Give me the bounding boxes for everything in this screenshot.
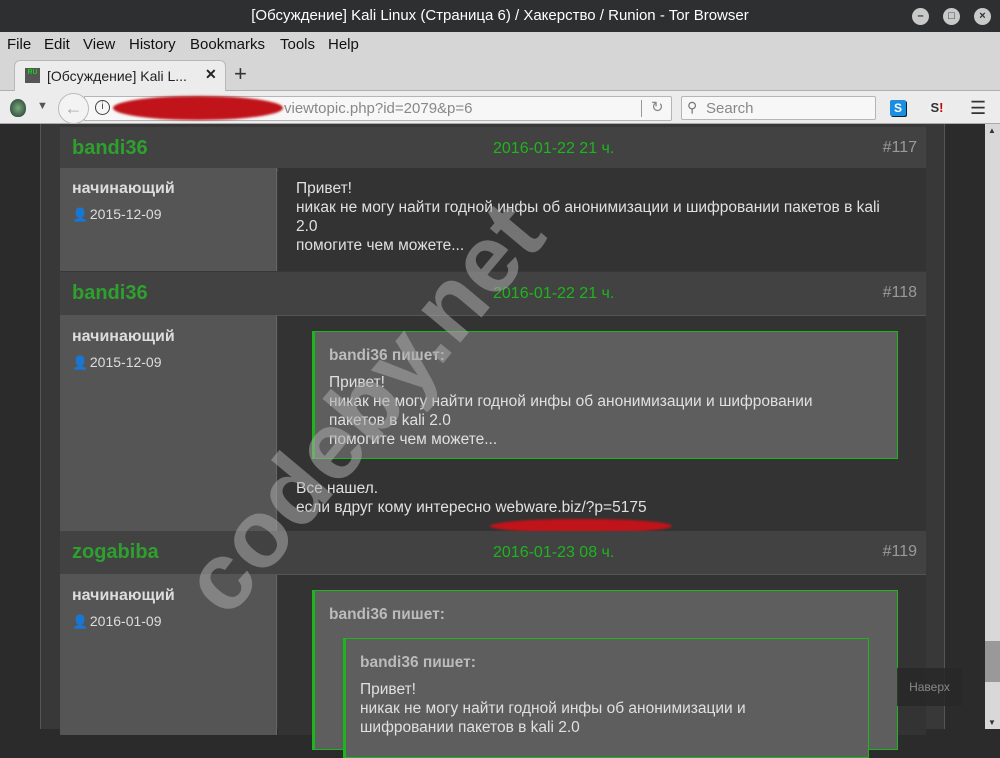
post-header: bandi36 2016-01-22 21 ч. #118 [60,272,926,316]
register-date: 2016-01-09 [89,613,162,629]
search-input[interactable]: ⚲ Search [681,96,876,120]
minimize-button[interactable]: – [912,8,929,25]
post-author[interactable]: bandi36 [72,282,148,305]
hamburger-menu-icon[interactable]: ☰ [970,98,986,119]
quote-line: помогите чем можете... [329,431,498,448]
post-body: Привет! никак не могу найти годной инфы … [278,168,926,271]
post-header: zogabiba 2016-01-23 08 ч. #119 [60,531,926,575]
quote-line: пакетов в kali 2.0 [329,412,451,429]
message-line: 2.0 [296,218,318,235]
quote-line: никак не могу найти годной инфы об анони… [329,393,813,410]
url-text: viewtopic.php?id=2079&p=6 [284,100,473,117]
close-button[interactable]: × [974,8,991,25]
back-button[interactable]: ← [58,93,89,124]
post-number[interactable]: #117 [883,139,917,157]
post-author-info: начинающий 👤 2015-12-09 [60,316,277,531]
favicon-icon: RU [25,68,40,83]
user-rank: начинающий [72,180,175,197]
message-line: Все нашел. [296,480,379,497]
register-date: 2015-12-09 [89,206,162,222]
redaction-mark [113,96,283,120]
menu-bookmarks[interactable]: Bookmarks [190,36,265,53]
post-date[interactable]: 2016-01-22 21 ч. [493,285,614,303]
quote-line: никак не могу найти годной инфы об анони… [360,700,746,717]
search-icon: ⚲ [687,99,698,115]
search-placeholder: Search [706,100,754,117]
window-title: [Обсуждение] Kali Linux (Страница 6) / Х… [251,7,749,24]
register-date: 2015-12-09 [89,354,162,370]
post-body: bandi36 пишет: Привет! никак не могу най… [278,316,926,531]
user-register-icon: 👤 [72,207,89,222]
scrollbar-thumb[interactable] [985,641,1000,682]
quote-box: bandi36 пишет: Привет! никак не могу най… [312,331,898,459]
post-header: bandi36 2016-01-22 21 ч. #117 [60,127,926,171]
post-date[interactable]: 2016-01-22 21 ч. [493,140,614,158]
tor-onion-icon[interactable] [10,99,26,117]
scroll-up-icon[interactable]: ▲ [988,126,996,135]
post-number[interactable]: #119 [883,543,917,561]
message-line: Привет! [296,180,352,197]
reload-icon[interactable]: ↻ [651,98,664,116]
tab-active[interactable]: RU [Обсуждение] Kali L... ✕ [14,60,226,92]
info-icon[interactable]: i [95,100,110,115]
menu-help[interactable]: Help [328,36,359,53]
quote-author: bandi36 пишет: [329,606,445,623]
https-everywhere-icon[interactable]: S [890,100,906,116]
maximize-button[interactable]: □ [943,8,960,25]
back-to-top-button[interactable]: Наверх [897,668,962,706]
user-rank: начинающий [72,328,175,345]
post-body: bandi36 пишет: bandi36 пишет: Привет! ни… [278,575,926,758]
post-author[interactable]: zogabiba [72,541,159,564]
post-author-info: начинающий 👤 2016-01-09 [60,575,277,735]
quote-line: Привет! [329,374,385,391]
nested-quote-box: bandi36 пишет: Привет! никак не могу най… [343,638,869,758]
quote-line: Привет! [360,681,416,698]
scroll-down-icon[interactable]: ▼ [988,718,996,727]
menu-view[interactable]: View [83,36,115,53]
window-titlebar: [Обсуждение] Kali Linux (Страница 6) / Х… [0,0,1000,32]
tab-title: [Обсуждение] Kali L... [47,68,187,84]
close-tab-icon[interactable]: ✕ [205,66,217,83]
quote-box: bandi36 пишет: bandi36 пишет: Привет! ни… [312,590,898,758]
quote-author: bandi36 пишет: [360,654,476,671]
noscript-icon[interactable]: S! [928,99,946,117]
menu-history[interactable]: History [129,36,176,53]
post-number[interactable]: #118 [883,284,917,302]
menu-file[interactable]: File [7,36,31,53]
new-tab-button[interactable]: + [234,61,247,87]
message-line: никак не могу найти годной инфы об анони… [296,199,880,216]
dropdown-arrow-icon[interactable]: ▼ [37,100,48,112]
message-line: помогите чем можете... [296,237,465,254]
quote-line: шифровании пакетов в kali 2.0 [360,719,580,736]
post-date[interactable]: 2016-01-23 08 ч. [493,544,614,562]
user-rank: начинающий [72,587,175,604]
url-bar[interactable]: i viewtopic.php?id=2079&p=6 ↻ [84,96,672,121]
menu-tools[interactable]: Tools [280,36,315,53]
menu-bar: File Edit View History Bookmarks Tools H… [0,32,1000,58]
quote-author: bandi36 пишет: [329,347,445,364]
menu-edit[interactable]: Edit [44,36,70,53]
user-register-icon: 👤 [72,355,89,370]
user-register-icon: 👤 [72,614,89,629]
message-line: если вдруг кому интересно webware.biz/?p… [296,499,647,516]
post-author-info: начинающий 👤 2015-12-09 [60,168,277,271]
scrollbar[interactable]: ▲ ▼ [985,124,1000,729]
post-author[interactable]: bandi36 [72,137,148,160]
